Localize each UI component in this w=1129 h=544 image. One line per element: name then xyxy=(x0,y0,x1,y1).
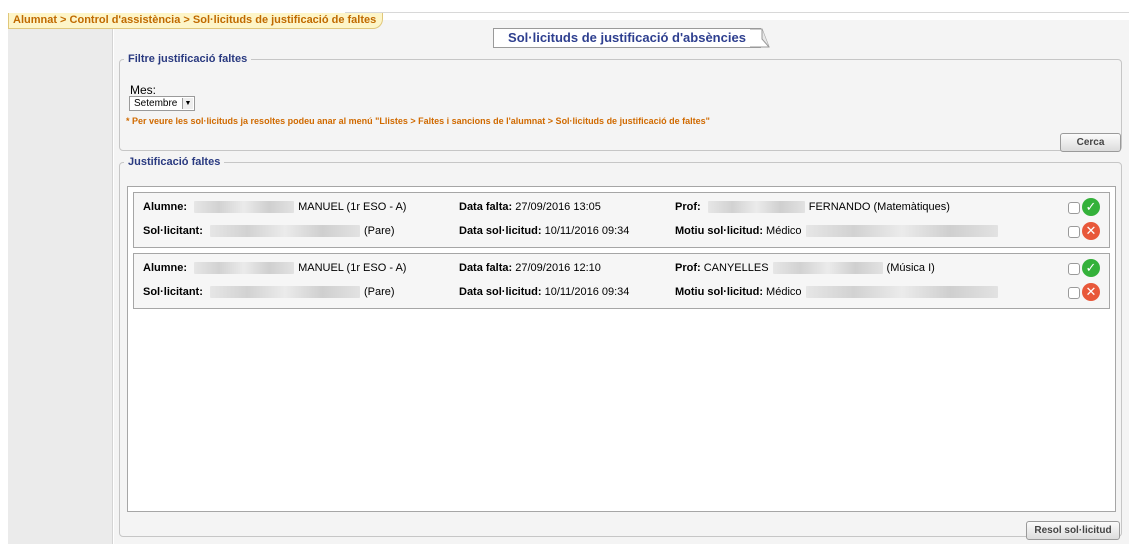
teacher-suffix: FERNANDO (Matemàtiques) xyxy=(808,201,950,213)
breadcrumb[interactable]: Alumnat > Control d'assistència > Sol·li… xyxy=(8,13,384,29)
requester-value: (Pare) xyxy=(363,286,395,298)
reject-checkbox[interactable] xyxy=(1068,226,1080,238)
teacher-field: Prof: CANYELLES (Música I) xyxy=(675,262,935,275)
justification-section: Justificació faltes Alumne: MANUEL (1r E… xyxy=(119,156,1122,540)
absence-date-value: 27/09/2016 12:10 xyxy=(515,262,601,274)
filter-legend: Filtre justificació faltes xyxy=(128,53,248,65)
page-fold-icon xyxy=(750,28,770,48)
student-label: Alumne: xyxy=(143,201,187,213)
absence-date-label: Data falta: xyxy=(459,262,513,274)
resolved-requests-note: * Per veure les sol·licituds ja resoltes… xyxy=(126,116,710,126)
reject-checkbox[interactable] xyxy=(1068,287,1080,299)
student-field: Alumne: MANUEL (1r ESO - A) xyxy=(143,262,407,275)
request-card: Alumne: MANUEL (1r ESO - A) Data falta: … xyxy=(133,192,1110,248)
requester-label: Sol·licitant: xyxy=(143,286,203,298)
absence-date-field: Data falta: 27/09/2016 13:05 xyxy=(459,201,601,213)
requester-field: Sol·licitant: (Pare) xyxy=(143,286,395,299)
redacted-reason-detail xyxy=(805,225,998,238)
reason-label: Motiu sol·licitud: xyxy=(675,286,763,298)
left-menu-panel xyxy=(8,26,113,544)
reason-label: Motiu sol·licitud: xyxy=(675,225,763,237)
justification-legend: Justificació faltes xyxy=(128,156,221,168)
check-circle-icon[interactable]: ✓ xyxy=(1082,259,1100,277)
chevron-down-icon[interactable]: ▼ xyxy=(182,98,193,109)
teacher-field: Prof: FERNANDO (Matemàtiques) xyxy=(675,201,950,214)
teacher-label: Prof: xyxy=(675,201,701,213)
month-select[interactable]: Setembre ▼ xyxy=(129,96,195,111)
teacher-suffix: (Música I) xyxy=(886,262,935,274)
redacted-reason-detail xyxy=(805,286,998,299)
search-button[interactable]: Cerca xyxy=(1060,133,1121,152)
page-title: Sol·licituds de justificació d'absències xyxy=(493,28,770,48)
redacted-requester-name xyxy=(209,286,360,299)
absence-date-field: Data falta: 27/09/2016 12:10 xyxy=(459,262,601,274)
teacher-prefix: CANYELLES xyxy=(703,262,769,274)
requester-field: Sol·licitant: (Pare) xyxy=(143,225,395,238)
top-divider xyxy=(345,12,1129,13)
redacted-teacher-name xyxy=(707,201,805,214)
request-date-label: Data sol·licitud: xyxy=(459,286,542,298)
teacher-label: Prof: xyxy=(675,262,701,274)
absence-date-value: 27/09/2016 13:05 xyxy=(515,201,601,213)
request-date-field: Data sol·licitud: 10/11/2016 09:34 xyxy=(459,286,629,298)
accept-checkbox[interactable] xyxy=(1068,202,1080,214)
month-label: Mes: xyxy=(130,83,157,97)
reason-value: Médico xyxy=(766,286,802,298)
request-date-value: 10/11/2016 09:34 xyxy=(544,286,630,298)
request-list: Alumne: MANUEL (1r ESO - A) Data falta: … xyxy=(127,186,1116,512)
filter-section: Filtre justificació faltes Mes: Setembre… xyxy=(119,53,1122,152)
requester-value: (Pare) xyxy=(363,225,395,237)
request-date-label: Data sol·licitud: xyxy=(459,225,542,237)
request-date-field: Data sol·licitud: 10/11/2016 09:34 xyxy=(459,225,629,237)
student-label: Alumne: xyxy=(143,262,187,274)
request-card: Alumne: MANUEL (1r ESO - A) Data falta: … xyxy=(133,253,1110,309)
student-field: Alumne: MANUEL (1r ESO - A) xyxy=(143,201,407,214)
absence-date-label: Data falta: xyxy=(459,201,513,213)
reason-field: Motiu sol·licitud: Médico xyxy=(675,225,998,238)
redacted-surname xyxy=(194,262,295,275)
request-date-value: 10/11/2016 09:34 xyxy=(544,225,630,237)
accept-checkbox[interactable] xyxy=(1068,263,1080,275)
reason-field: Motiu sol·licitud: Médico xyxy=(675,286,998,299)
month-select-value: Setembre xyxy=(134,98,178,109)
redacted-requester-name xyxy=(209,225,360,238)
resolve-request-button[interactable]: Resol sol·licitud xyxy=(1026,521,1120,540)
redacted-teacher-name xyxy=(772,262,883,275)
check-circle-icon[interactable]: ✓ xyxy=(1082,198,1100,216)
requester-label: Sol·licitant: xyxy=(143,225,203,237)
x-circle-icon[interactable]: ✕ xyxy=(1082,283,1100,301)
x-circle-icon[interactable]: ✕ xyxy=(1082,222,1100,240)
page-title-text: Sol·licituds de justificació d'absències xyxy=(508,30,746,45)
redacted-surname xyxy=(194,201,295,214)
reason-value: Médico xyxy=(766,225,802,237)
student-value: MANUEL (1r ESO - A) xyxy=(298,201,407,213)
student-value: MANUEL (1r ESO - A) xyxy=(298,262,407,274)
